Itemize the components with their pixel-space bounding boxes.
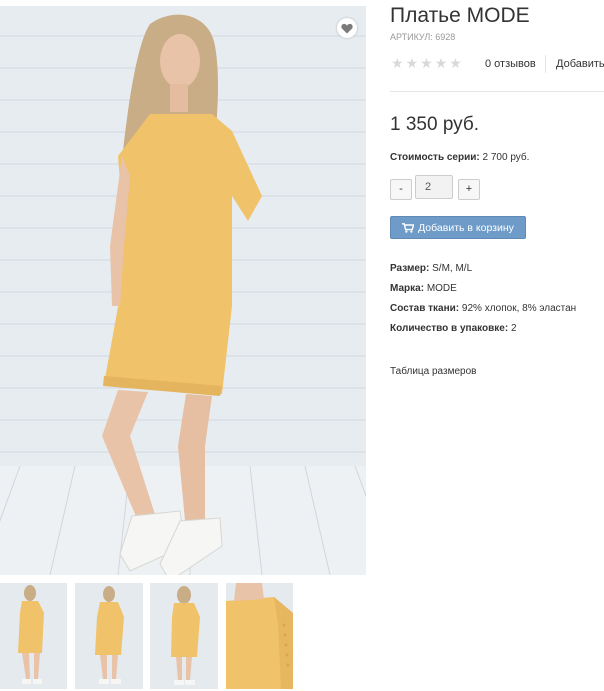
attribute-label: Количество в упаковке: xyxy=(390,323,509,334)
add-to-cart-label: Добавить в корзину xyxy=(418,221,514,234)
attribute-brand: Марка: MODE xyxy=(390,282,576,302)
heart-icon xyxy=(341,23,353,33)
thumbnail-image xyxy=(226,583,293,689)
divider xyxy=(390,91,604,92)
divider xyxy=(545,55,546,73)
product-attributes: Размер: S/M, M/L Марка: MODE Состав ткан… xyxy=(390,262,576,342)
thumbnail-2[interactable] xyxy=(75,583,143,689)
star-icon[interactable]: ★ xyxy=(391,56,404,70)
quantity-input[interactable] xyxy=(415,175,453,199)
size-table-link[interactable]: Таблица размеров xyxy=(390,366,476,377)
attribute-fabric: Состав ткани: 92% хлопок, 8% эластан xyxy=(390,302,576,322)
rating-stars[interactable]: ★ ★ ★ ★ ★ xyxy=(391,56,462,70)
series-cost-value: 2 700 руб. xyxy=(482,152,530,163)
attribute-value: 2 xyxy=(510,323,517,334)
attribute-value: MODE xyxy=(426,283,457,294)
star-icon[interactable]: ★ xyxy=(435,56,448,70)
add-review-link[interactable]: Добавить xyxy=(556,58,604,70)
attribute-label: Состав ткани: xyxy=(390,303,460,314)
attribute-pack-quantity: Количество в упаковке: 2 xyxy=(390,322,576,342)
thumbnail-3[interactable] xyxy=(150,583,218,689)
series-cost-label: Стоимость серии: xyxy=(390,152,480,163)
thumbnail-image xyxy=(0,583,67,689)
main-product-photo[interactable] xyxy=(0,6,366,575)
thumbnail-1[interactable] xyxy=(0,583,67,689)
favorite-button[interactable] xyxy=(337,18,357,38)
attribute-label: Марка: xyxy=(390,283,425,294)
quantity-minus-button[interactable]: - xyxy=(390,179,412,200)
star-icon[interactable]: ★ xyxy=(420,56,433,70)
thumbnail-4[interactable] xyxy=(226,583,293,689)
star-icon[interactable]: ★ xyxy=(406,56,419,70)
product-title: Платье MODE xyxy=(390,4,530,27)
rating-row: ★ ★ ★ ★ ★ 0 отзывов Добавить xyxy=(390,55,604,73)
cart-icon xyxy=(402,222,415,233)
star-icon[interactable]: ★ xyxy=(449,56,462,70)
add-to-cart-button[interactable]: Добавить в корзину xyxy=(390,216,526,239)
reviews-link[interactable]: 0 отзывов xyxy=(485,58,536,70)
product-sku: АРТИКУЛ: 6928 xyxy=(390,32,456,42)
thumbnail-image xyxy=(75,583,143,689)
thumbnail-image xyxy=(150,583,218,689)
attribute-value: S/M, M/L xyxy=(432,263,473,274)
series-cost: Стоимость серии: 2 700 руб. xyxy=(390,152,529,163)
attribute-value: 92% хлопок, 8% эластан xyxy=(461,303,577,314)
attribute-label: Размер: xyxy=(390,263,430,274)
main-photo-image xyxy=(0,6,366,575)
quantity-plus-button[interactable]: + xyxy=(458,179,480,200)
product-price: 1 350 руб. xyxy=(390,114,480,135)
attribute-size: Размер: S/M, M/L xyxy=(390,262,576,282)
